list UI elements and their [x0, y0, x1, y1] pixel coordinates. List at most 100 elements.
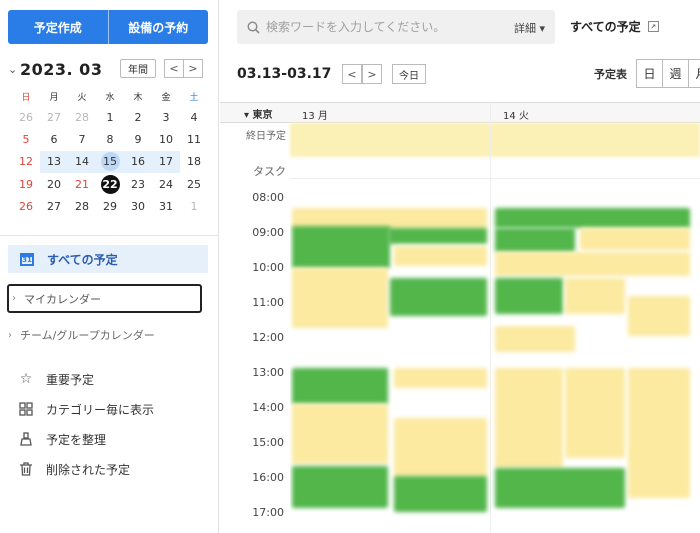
allday-events[interactable]: [290, 123, 700, 157]
day-cell[interactable]: 11: [180, 128, 208, 150]
day-cell[interactable]: 28: [68, 195, 96, 217]
day-cell[interactable]: 24: [152, 173, 180, 195]
day-cell-today[interactable]: 22: [96, 173, 124, 195]
today-button[interactable]: 今日: [392, 64, 426, 84]
prev-week-button[interactable]: <: [342, 64, 362, 84]
caret-down-icon: ▾: [539, 22, 545, 35]
day-cell-selected[interactable]: 15: [96, 151, 124, 173]
event-block[interactable]: [495, 208, 690, 228]
day-cell[interactable]: 26: [12, 106, 40, 128]
event-block[interactable]: [628, 296, 690, 336]
event-block[interactable]: [495, 252, 690, 276]
event-block[interactable]: [394, 368, 487, 388]
all-events-item[interactable]: 31 すべての予定: [8, 245, 208, 273]
weekday-label: 木: [133, 92, 143, 103]
day-cell[interactable]: 7: [68, 128, 96, 150]
event-block[interactable]: [292, 466, 388, 508]
day-cell[interactable]: 9: [124, 128, 152, 150]
deleted-events-item[interactable]: 削除された予定: [18, 454, 154, 484]
event-block[interactable]: [495, 368, 563, 468]
view-week-button[interactable]: 週: [662, 59, 689, 88]
day-cell[interactable]: 26: [12, 195, 40, 217]
chevron-down-icon[interactable]: ⌄: [8, 63, 20, 76]
event-block[interactable]: [580, 228, 690, 250]
week-row-selected: 12 13 14 15 16 17 18: [12, 150, 208, 173]
event-block[interactable]: [394, 418, 487, 478]
top-button-group: 予定作成 設備の予約: [8, 10, 208, 44]
view-day-button[interactable]: 日: [636, 59, 663, 88]
day-cell[interactable]: 10: [152, 128, 180, 150]
day-cell[interactable]: 12: [12, 150, 40, 173]
event-block[interactable]: [394, 246, 487, 266]
day-cell[interactable]: 29: [96, 195, 124, 217]
day-cell[interactable]: 27: [40, 195, 68, 217]
events-area: [290, 186, 700, 533]
day-cell[interactable]: 31: [152, 195, 180, 217]
view-label: 予定表: [594, 68, 627, 81]
weekday-label: 金: [161, 92, 171, 103]
day-cell[interactable]: 8: [96, 128, 124, 150]
external-link-icon[interactable]: ↗: [647, 21, 659, 32]
day-header[interactable]: 14 火: [503, 107, 529, 122]
day-cell[interactable]: 13: [40, 151, 68, 173]
day-cell[interactable]: 19: [12, 173, 40, 195]
day-cell[interactable]: 3: [152, 106, 180, 128]
grid-header: ▾ 東京 13 月 14 火: [220, 102, 700, 123]
weekday-label: 火: [77, 92, 87, 103]
my-calendar-item[interactable]: › マイカレンダー: [7, 284, 202, 313]
event-block[interactable]: [292, 226, 390, 268]
facility-reservation-button[interactable]: 設備の予約: [107, 10, 209, 44]
event-block[interactable]: [394, 476, 487, 512]
view-month-button[interactable]: 月: [688, 59, 700, 88]
event-block[interactable]: [495, 326, 575, 352]
event-block[interactable]: [565, 368, 625, 458]
event-block[interactable]: [565, 278, 625, 314]
event-block[interactable]: [495, 228, 575, 252]
grid-icon: [18, 401, 34, 417]
day-cell[interactable]: 27: [40, 106, 68, 128]
hour-label: 16:00: [252, 471, 284, 484]
event-block[interactable]: [495, 468, 625, 508]
category-view-item[interactable]: カテゴリー毎に表示: [18, 394, 154, 424]
week-row: 19 20 21 22 23 24 25: [12, 173, 208, 195]
day-cell[interactable]: 20: [40, 173, 68, 195]
organize-events-item[interactable]: 予定を整理: [18, 424, 154, 454]
day-cell[interactable]: 5: [12, 128, 40, 150]
day-cell[interactable]: 25: [180, 173, 208, 195]
event-block[interactable]: [390, 278, 487, 316]
day-header[interactable]: 13 月: [302, 107, 328, 122]
timezone-label[interactable]: ▾ 東京: [244, 106, 273, 121]
view-switcher: 日 週 月: [636, 59, 700, 88]
event-block[interactable]: [628, 368, 690, 498]
day-cell-label: 22: [100, 174, 120, 194]
day-cell[interactable]: 17: [152, 151, 180, 173]
year-view-button[interactable]: 年間: [120, 59, 156, 78]
event-block[interactable]: [292, 368, 388, 404]
event-block[interactable]: [495, 278, 563, 314]
important-events-item[interactable]: ☆ 重要予定: [18, 364, 154, 394]
day-cell[interactable]: 23: [124, 173, 152, 195]
chevron-right-icon: ›: [12, 293, 16, 304]
next-week-button[interactable]: >: [362, 64, 382, 84]
day-cell-holiday[interactable]: 21: [68, 173, 96, 195]
create-event-button[interactable]: 予定作成: [8, 10, 108, 44]
search-detail-button[interactable]: 詳細 ▾: [514, 20, 545, 36]
day-cell[interactable]: 14: [68, 151, 96, 173]
event-block[interactable]: [292, 268, 388, 328]
day-cell[interactable]: 2: [124, 106, 152, 128]
day-cell[interactable]: 16: [124, 151, 152, 173]
next-month-button[interactable]: >: [183, 59, 203, 78]
day-cell[interactable]: 18: [180, 150, 208, 173]
day-cell[interactable]: 1: [96, 106, 124, 128]
day-cell[interactable]: 30: [124, 195, 152, 217]
weekday-header: 日 月 火 水 木 金 土: [12, 86, 208, 106]
day-cell[interactable]: 6: [40, 128, 68, 150]
prev-month-button[interactable]: <: [164, 59, 184, 78]
event-block[interactable]: [292, 404, 388, 464]
day-cell[interactable]: 28: [68, 106, 96, 128]
day-cell[interactable]: 1: [180, 195, 208, 217]
day-cell[interactable]: 4: [180, 106, 208, 128]
search-input[interactable]: [266, 20, 496, 34]
event-block[interactable]: [388, 228, 487, 244]
team-calendar-item[interactable]: › チーム/グループカレンダー: [8, 325, 155, 345]
